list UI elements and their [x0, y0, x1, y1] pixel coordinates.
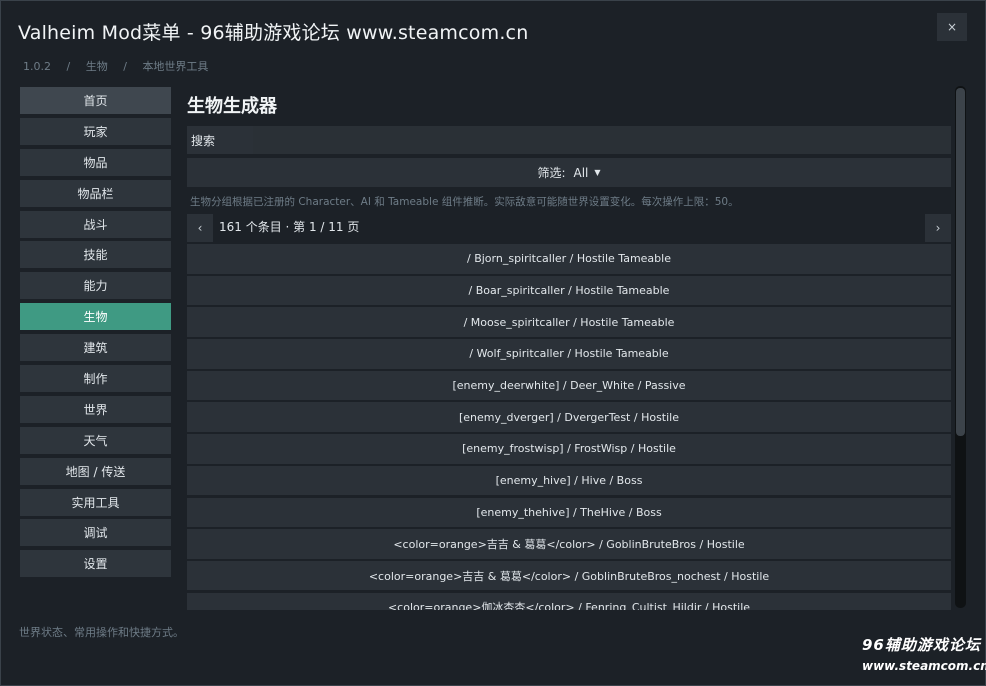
scrollbar-thumb[interactable]: [956, 88, 965, 436]
creature-row[interactable]: <color=orange>伽冰杏杏</color> / Fenring_Cul…: [187, 592, 951, 610]
creature-row[interactable]: / Bjorn_spiritcaller / Hostile Tameable: [187, 244, 951, 274]
sidebar-item-settings[interactable]: 设置: [20, 550, 171, 578]
sidebar-item-abilities[interactable]: 能力: [20, 272, 171, 300]
page-summary: 161 个条目 · 第 1 / 11 页: [219, 220, 360, 234]
caret-down-icon: ▼: [594, 168, 601, 177]
breadcrumb-separator: /: [66, 60, 71, 73]
search-bar: 搜索: [187, 126, 951, 154]
creature-row[interactable]: <color=orange>吉吉 & 葛葛</color> / GoblinBr…: [187, 560, 951, 591]
filter-label: 筛选:: [537, 166, 566, 180]
previous-page-button[interactable]: ‹: [187, 214, 213, 242]
breadcrumb-version[interactable]: 1.0.2: [23, 60, 51, 73]
watermark: 96辅助游戏论坛 www.steamcom.cn: [862, 634, 986, 673]
sidebar-item-debug[interactable]: 调试: [20, 519, 171, 547]
creature-row[interactable]: [enemy_deerwhite] / Deer_White / Passive: [187, 370, 951, 401]
sidebar-item-creatures[interactable]: 生物: [20, 303, 171, 331]
pagination: ‹ 161 个条目 · 第 1 / 11 页 ›: [187, 212, 951, 242]
close-button[interactable]: ×: [937, 13, 967, 41]
creature-row[interactable]: / Wolf_spiritcaller / Hostile Tameable: [187, 339, 951, 369]
creature-row[interactable]: [enemy_frostwisp] / FrostWisp / Hostile: [187, 434, 951, 464]
creature-row[interactable]: / Moose_spiritcaller / Hostile Tameable: [187, 307, 951, 337]
sidebar-item-utilities[interactable]: 实用工具: [20, 488, 171, 516]
watermark-line2: www.steamcom.cn: [862, 659, 986, 673]
sidebar-item-world[interactable]: 世界: [20, 395, 171, 423]
sidebar-item-building[interactable]: 建筑: [20, 334, 171, 362]
watermark-line1: 96辅助游戏论坛: [862, 636, 981, 654]
creature-row[interactable]: [enemy_thehive] / TheHive / Boss: [187, 497, 951, 528]
sidebar-item-crafting[interactable]: 制作: [20, 365, 171, 393]
sidebar-item-weather[interactable]: 天气: [20, 426, 171, 454]
chevron-right-icon: ›: [935, 221, 941, 235]
page-title: 生物生成器: [187, 96, 277, 117]
sidebar-footer-hint: 世界状态、常用操作和快捷方式。: [19, 626, 184, 639]
sidebar-item-map-teleport[interactable]: 地图 / 传送: [20, 457, 171, 485]
search-label: 搜索: [187, 126, 253, 154]
info-text: 生物分组根据已注册的 Character、AI 和 Tameable 组件推断。…: [190, 196, 739, 208]
window-title: Valheim Mod菜单 - 96辅助游戏论坛 www.steamcom.cn: [18, 22, 529, 44]
next-page-button[interactable]: ›: [925, 214, 951, 242]
sidebar-item-items[interactable]: 物品: [20, 148, 171, 176]
creature-row[interactable]: [enemy_hive] / Hive / Boss: [187, 465, 951, 496]
creature-row[interactable]: <color=orange>吉吉 & 葛葛</color> / GoblinBr…: [187, 529, 951, 559]
scrollbar[interactable]: [955, 86, 966, 608]
sidebar-item-home[interactable]: 首页: [20, 87, 171, 114]
breadcrumb-separator: /: [123, 60, 127, 73]
sidebar-item-inventory[interactable]: 物品栏: [20, 179, 171, 207]
sidebar-item-skills[interactable]: 技能: [20, 241, 171, 269]
search-input[interactable]: [253, 126, 951, 154]
filter-dropdown[interactable]: 筛选: All ▼: [187, 158, 951, 187]
breadcrumb-section[interactable]: 生物: [86, 58, 108, 74]
creature-list: / Bjorn_spiritcaller / Hostile Tameable …: [187, 244, 951, 610]
breadcrumb: 1.0.2 / 生物 / 本地世界工具: [23, 58, 208, 74]
creature-row[interactable]: / Boar_spiritcaller / Hostile Tameable: [187, 275, 951, 306]
filter-value: All: [573, 165, 589, 180]
sidebar-item-player[interactable]: 玩家: [20, 117, 171, 145]
sidebar-nav: 首页 玩家 物品 物品栏 战斗 技能 能力 生物 建筑 制作 世界 天气 地图 …: [20, 87, 171, 581]
chevron-left-icon: ‹: [197, 221, 203, 235]
sidebar-item-combat[interactable]: 战斗: [20, 210, 171, 238]
creature-row[interactable]: [enemy_dverger] / DvergerTest / Hostile: [187, 402, 951, 433]
breadcrumb-page: 本地世界工具: [142, 60, 209, 73]
